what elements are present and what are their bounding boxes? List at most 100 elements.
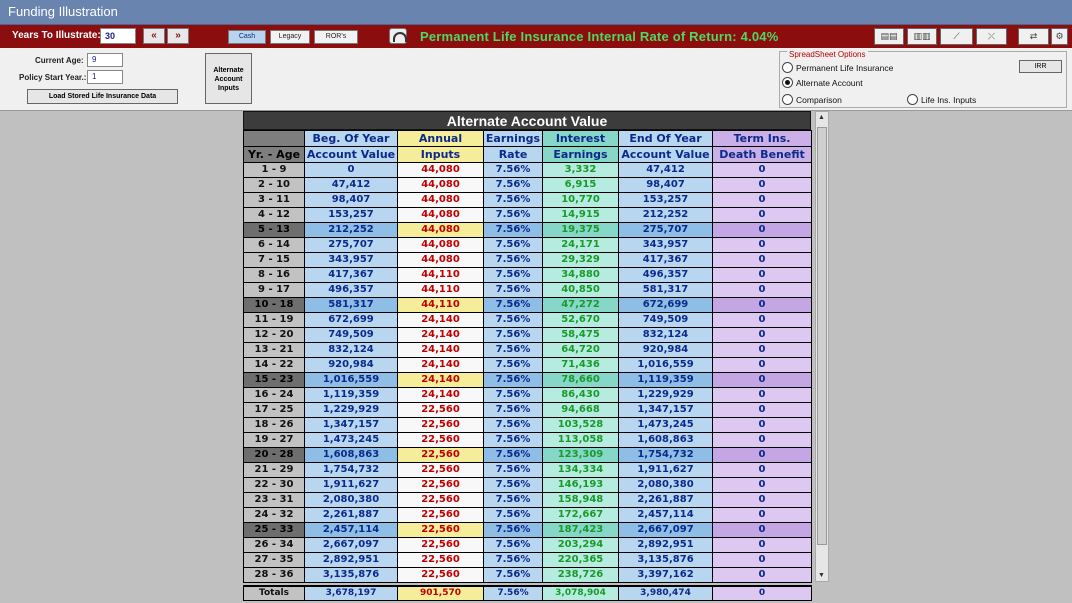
table-row[interactable]: 25 - 33 2,457,114 22,560 7.56% 187,423 2,667,… bbox=[243, 522, 812, 538]
cell-death-benefit: 0 bbox=[712, 372, 812, 388]
table-row[interactable]: 6 - 14 275,707 44,080 7.56% 24,171 343,957 0 bbox=[243, 237, 812, 253]
table-row[interactable]: 10 - 18 581,317 44,110 7.56% 47,272 672,699 0 bbox=[243, 297, 812, 313]
header-end-top: End Of Year bbox=[618, 130, 713, 147]
table-row[interactable]: 13 - 21 832,124 24,140 7.56% 64,720 920,984 0 bbox=[243, 342, 812, 358]
irr-headline: Permanent Life Insurance Internal Rate o… bbox=[420, 29, 779, 44]
tab-cash[interactable]: Cash bbox=[228, 30, 266, 44]
line-chart-icon[interactable]: ⟋ bbox=[940, 28, 973, 45]
scrollbar-thumb[interactable] bbox=[817, 127, 827, 545]
cell-end-value: 496,357 bbox=[618, 267, 713, 283]
current-age-input[interactable]: 9 bbox=[87, 53, 123, 67]
totals-death: 0 bbox=[712, 585, 812, 601]
radio-lifeins-label: Life Ins. Inputs bbox=[921, 94, 977, 105]
header-beg-top: Beg. Of Year bbox=[304, 130, 398, 147]
spreadsheet-icon[interactable]: ▤▤ bbox=[874, 28, 904, 45]
scroll-up-icon[interactable]: ▲ bbox=[818, 114, 825, 121]
switch-icon[interactable]: ⇄ bbox=[1018, 28, 1049, 45]
totals-interest: 3,078,904 bbox=[542, 585, 619, 601]
radio-permanent-label: Permanent Life Insurance bbox=[796, 62, 894, 73]
table-row[interactable]: 19 - 27 1,473,245 22,560 7.56% 113,058 1,608,… bbox=[243, 432, 812, 448]
policy-start-input[interactable]: 1 bbox=[87, 70, 123, 84]
load-data-button[interactable]: Load Stored Life Insurance Data bbox=[27, 89, 178, 104]
header-beg-bottom: Account Value bbox=[304, 146, 398, 163]
table-row[interactable]: 18 - 26 1,347,157 22,560 7.56% 103,528 1,473,… bbox=[243, 417, 812, 433]
cell-beg-value: 1,016,559 bbox=[304, 372, 398, 388]
table-row[interactable]: 12 - 20 749,509 24,140 7.56% 58,475 832,124 0 bbox=[243, 327, 812, 343]
table-row[interactable]: 4 - 12 153,257 44,080 7.56% 14,915 212,252 0 bbox=[243, 207, 812, 223]
radio-life-ins-inputs[interactable]: Life Ins. Inputs bbox=[907, 94, 976, 105]
cell-beg-value: 832,124 bbox=[304, 342, 398, 358]
table-row[interactable]: 15 - 23 1,016,559 24,140 7.56% 78,660 1,119,3… bbox=[243, 372, 812, 388]
table-row[interactable]: 22 - 30 1,911,627 22,560 7.56% 146,193 2,080,… bbox=[243, 477, 812, 493]
table-row[interactable]: 20 - 28 1,608,863 22,560 7.56% 123,309 1,754,… bbox=[243, 447, 812, 463]
cell-beg-value: 1,473,245 bbox=[304, 432, 398, 448]
cell-earnings-rate: 7.56% bbox=[483, 222, 543, 238]
table-row[interactable]: 1 - 9 0 44,080 7.56% 3,332 47,412 0 bbox=[243, 162, 812, 178]
table-row[interactable]: 8 - 16 417,367 44,110 7.56% 34,880 496,357 0 bbox=[243, 267, 812, 283]
cell-annual-input: 24,140 bbox=[397, 387, 484, 403]
table-row[interactable]: 28 - 36 3,135,876 22,560 7.56% 238,726 3,397,… bbox=[243, 567, 812, 583]
vertical-scrollbar[interactable]: ▲ ▼ bbox=[815, 111, 829, 582]
cell-year-age: 4 - 12 bbox=[243, 207, 305, 223]
cell-interest-earnings: 123,309 bbox=[542, 447, 619, 463]
cell-interest-earnings: 47,272 bbox=[542, 297, 619, 313]
table-row[interactable]: 16 - 24 1,119,359 24,140 7.56% 86,430 1,229,9… bbox=[243, 387, 812, 403]
radio-dot bbox=[782, 62, 793, 73]
table-row[interactable]: 26 - 34 2,667,097 22,560 7.56% 203,294 2,892,… bbox=[243, 537, 812, 553]
cell-interest-earnings: 146,193 bbox=[542, 477, 619, 493]
cell-death-benefit: 0 bbox=[712, 552, 812, 568]
header-rate-bottom: Rate bbox=[483, 146, 543, 163]
table-row[interactable]: 11 - 19 672,699 24,140 7.56% 52,670 749,509 0 bbox=[243, 312, 812, 328]
header-death-bottom: Death Benefit bbox=[712, 146, 812, 163]
table-row[interactable]: 9 - 17 496,357 44,110 7.56% 40,850 581,317 0 bbox=[243, 282, 812, 298]
alt-button-line-1: Alternate bbox=[213, 67, 244, 74]
gear-icon[interactable]: ⚙ bbox=[1051, 28, 1068, 45]
cell-year-age: 18 - 26 bbox=[243, 417, 305, 433]
cell-end-value: 47,412 bbox=[618, 162, 713, 178]
cell-earnings-rate: 7.56% bbox=[483, 162, 543, 178]
cell-year-age: 16 - 24 bbox=[243, 387, 305, 403]
radio-comparison[interactable]: Comparison bbox=[782, 94, 842, 105]
radio-alternate-label: Alternate Account bbox=[796, 77, 863, 88]
cell-earnings-rate: 7.56% bbox=[483, 177, 543, 193]
cell-beg-value: 343,957 bbox=[304, 252, 398, 268]
radio-permanent-life[interactable]: Permanent Life Insurance bbox=[782, 62, 893, 73]
table-row[interactable]: 7 - 15 343,957 44,080 7.56% 29,329 417,367 0 bbox=[243, 252, 812, 268]
cell-earnings-rate: 7.56% bbox=[483, 432, 543, 448]
cell-annual-input: 44,110 bbox=[397, 297, 484, 313]
prev-button[interactable]: « bbox=[143, 28, 165, 44]
table-row[interactable]: 2 - 10 47,412 44,080 7.56% 6,915 98,407 0 bbox=[243, 177, 812, 193]
cell-earnings-rate: 7.56% bbox=[483, 402, 543, 418]
cell-beg-value: 2,080,380 bbox=[304, 492, 398, 508]
cell-interest-earnings: 3,332 bbox=[542, 162, 619, 178]
radio-alternate-account[interactable]: Alternate Account bbox=[782, 77, 863, 88]
gauge-icon[interactable] bbox=[389, 28, 407, 44]
cell-beg-value: 417,367 bbox=[304, 267, 398, 283]
table-row[interactable]: 5 - 13 212,252 44,080 7.56% 19,375 275,707 0 bbox=[243, 222, 812, 238]
bar-chart-icon[interactable]: ▥▥ bbox=[907, 28, 937, 45]
alternate-account-inputs-button[interactable]: Alternate Account Inputs bbox=[205, 53, 252, 104]
cell-annual-input: 44,110 bbox=[397, 267, 484, 283]
table-row[interactable]: 24 - 32 2,261,887 22,560 7.56% 172,667 2,457,… bbox=[243, 507, 812, 523]
cell-end-value: 3,397,162 bbox=[618, 567, 713, 583]
header-row-bottom: Yr. - Age Account Value Inputs Rate Earn… bbox=[243, 146, 812, 163]
scroll-down-icon[interactable]: ▼ bbox=[818, 572, 825, 579]
irr-button[interactable]: IRR bbox=[1019, 60, 1062, 73]
table-row[interactable]: 14 - 22 920,984 24,140 7.56% 71,436 1,016,559… bbox=[243, 357, 812, 373]
cross-chart-icon[interactable]: ⤬ bbox=[976, 28, 1007, 45]
years-input[interactable]: 30 bbox=[100, 28, 136, 44]
cell-year-age: 8 - 16 bbox=[243, 267, 305, 283]
tab-rors[interactable]: ROR's bbox=[314, 30, 358, 44]
table-row[interactable]: 27 - 35 2,892,951 22,560 7.56% 220,365 3,135,… bbox=[243, 552, 812, 568]
cell-year-age: 27 - 35 bbox=[243, 552, 305, 568]
cell-death-benefit: 0 bbox=[712, 342, 812, 358]
tab-legacy[interactable]: Legacy bbox=[270, 30, 310, 44]
next-button[interactable]: » bbox=[167, 28, 189, 44]
table-row[interactable]: 3 - 11 98,407 44,080 7.56% 10,770 153,257 0 bbox=[243, 192, 812, 208]
table-row[interactable]: 21 - 29 1,754,732 22,560 7.56% 134,334 1,911,… bbox=[243, 462, 812, 478]
cell-death-benefit: 0 bbox=[712, 402, 812, 418]
table-row[interactable]: 23 - 31 2,080,380 22,560 7.56% 158,948 2,261,… bbox=[243, 492, 812, 508]
cell-beg-value: 275,707 bbox=[304, 237, 398, 253]
cell-year-age: 1 - 9 bbox=[243, 162, 305, 178]
table-row[interactable]: 17 - 25 1,229,929 22,560 7.56% 94,668 1,347,1… bbox=[243, 402, 812, 418]
